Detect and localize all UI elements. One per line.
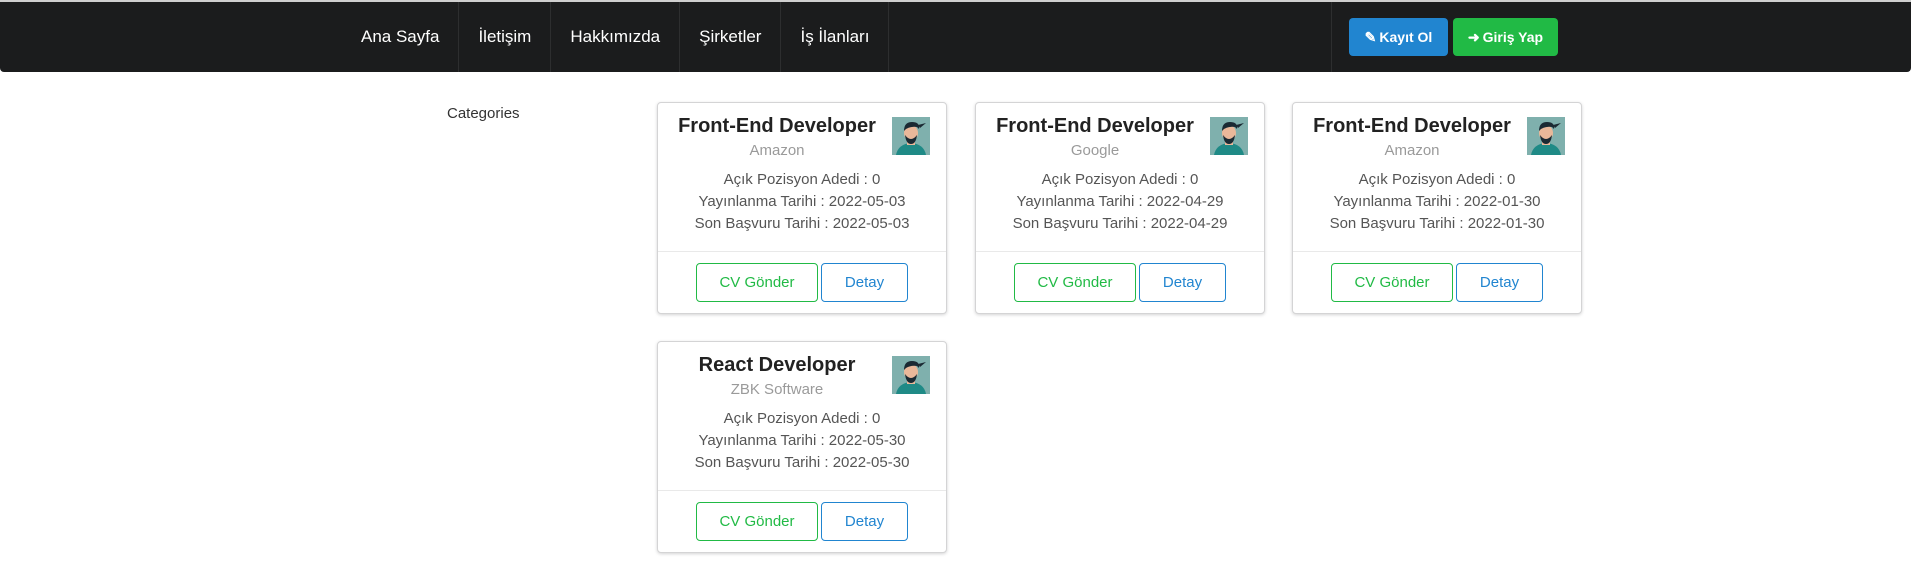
user-avatar bbox=[1210, 117, 1248, 155]
job-info: Açık Pozisyon Adedi : 0 Yayınlanma Tarih… bbox=[976, 169, 1264, 235]
open-positions: Açık Pozisyon Adedi : 0 bbox=[723, 410, 881, 427]
send-cv-button[interactable]: CV Gönder bbox=[696, 263, 818, 302]
card-divider bbox=[1293, 251, 1581, 252]
published-date: Yayınlanma Tarihi : 2022-01-30 bbox=[1333, 193, 1541, 210]
nav-item-home[interactable]: Ana Sayfa bbox=[342, 2, 458, 72]
edit-icon: ✎ bbox=[1364, 28, 1377, 45]
card-divider bbox=[658, 490, 946, 491]
card-divider bbox=[658, 251, 946, 252]
sign-in-icon: ➜ bbox=[1467, 28, 1480, 45]
job-info: Açık Pozisyon Adedi : 0 Yayınlanma Tarih… bbox=[658, 169, 946, 235]
top-navbar: Ana Sayfa İletişim Hakkımızda Şirketler … bbox=[0, 0, 1911, 72]
company-name: ZBK Software bbox=[730, 381, 824, 398]
user-avatar bbox=[892, 117, 930, 155]
send-cv-button[interactable]: CV Gönder bbox=[1331, 263, 1453, 302]
detail-button[interactable]: Detay bbox=[821, 263, 908, 302]
login-button-label: Giriş Yap bbox=[1482, 29, 1544, 45]
job-card: Front-End Developer Amazon Açık Pozisyon… bbox=[1292, 102, 1582, 314]
register-button-label: Kayıt Ol bbox=[1379, 29, 1433, 45]
card-actions: CV Gönder Detay bbox=[1293, 263, 1581, 302]
detail-button[interactable]: Detay bbox=[1139, 263, 1226, 302]
login-button[interactable]: ➜ Giriş Yap bbox=[1453, 18, 1558, 56]
card-divider bbox=[976, 251, 1264, 252]
deadline-date: Son Başvuru Tarihi : 2022-05-03 bbox=[694, 215, 910, 232]
detail-button[interactable]: Detay bbox=[821, 502, 908, 541]
user-avatar bbox=[892, 356, 930, 394]
nav-item-job-listings[interactable]: İş İlanları bbox=[780, 2, 890, 72]
job-card: Front-End Developer Amazon Açık Pozisyon… bbox=[657, 102, 947, 314]
job-card: React Developer ZBK Software Açık Pozisy… bbox=[657, 341, 947, 553]
nav-auth-area: ✎ Kayıt Ol ➜ Giriş Yap bbox=[1331, 2, 1561, 72]
deadline-date: Son Başvuru Tarihi : 2022-04-29 bbox=[1012, 215, 1228, 232]
nav-menu: Ana Sayfa İletişim Hakkımızda Şirketler … bbox=[342, 2, 890, 72]
job-info: Açık Pozisyon Adedi : 0 Yayınlanma Tarih… bbox=[658, 408, 946, 474]
company-name: Amazon bbox=[1384, 142, 1440, 159]
company-name: Google bbox=[1070, 142, 1120, 159]
card-actions: CV Gönder Detay bbox=[976, 263, 1264, 302]
job-title: Front-End Developer bbox=[996, 115, 1194, 137]
open-positions: Açık Pozisyon Adedi : 0 bbox=[1041, 171, 1199, 188]
send-cv-button[interactable]: CV Gönder bbox=[696, 502, 818, 541]
detail-button[interactable]: Detay bbox=[1456, 263, 1543, 302]
user-avatar bbox=[1527, 117, 1565, 155]
card-actions: CV Gönder Detay bbox=[658, 502, 946, 541]
job-info: Açık Pozisyon Adedi : 0 Yayınlanma Tarih… bbox=[1293, 169, 1581, 235]
job-title: Front-End Developer bbox=[678, 115, 876, 137]
published-date: Yayınlanma Tarihi : 2022-05-30 bbox=[698, 432, 906, 449]
published-date: Yayınlanma Tarihi : 2022-05-03 bbox=[698, 193, 906, 210]
published-date: Yayınlanma Tarihi : 2022-04-29 bbox=[1016, 193, 1224, 210]
job-title: Front-End Developer bbox=[1313, 115, 1511, 137]
job-card: Front-End Developer Google Açık Pozisyon… bbox=[975, 102, 1265, 314]
open-positions: Açık Pozisyon Adedi : 0 bbox=[723, 171, 881, 188]
company-name: Amazon bbox=[749, 142, 805, 159]
nav-item-companies[interactable]: Şirketler bbox=[679, 2, 780, 72]
job-title: React Developer bbox=[698, 354, 856, 376]
deadline-date: Son Başvuru Tarihi : 2022-01-30 bbox=[1329, 215, 1545, 232]
card-actions: CV Gönder Detay bbox=[658, 263, 946, 302]
open-positions: Açık Pozisyon Adedi : 0 bbox=[1358, 171, 1516, 188]
categories-heading: Categories bbox=[447, 105, 520, 122]
nav-item-contact[interactable]: İletişim bbox=[458, 2, 550, 72]
register-button[interactable]: ✎ Kayıt Ol bbox=[1349, 18, 1448, 56]
nav-item-about[interactable]: Hakkımızda bbox=[550, 2, 679, 72]
deadline-date: Son Başvuru Tarihi : 2022-05-30 bbox=[694, 454, 910, 471]
send-cv-button[interactable]: CV Gönder bbox=[1014, 263, 1136, 302]
